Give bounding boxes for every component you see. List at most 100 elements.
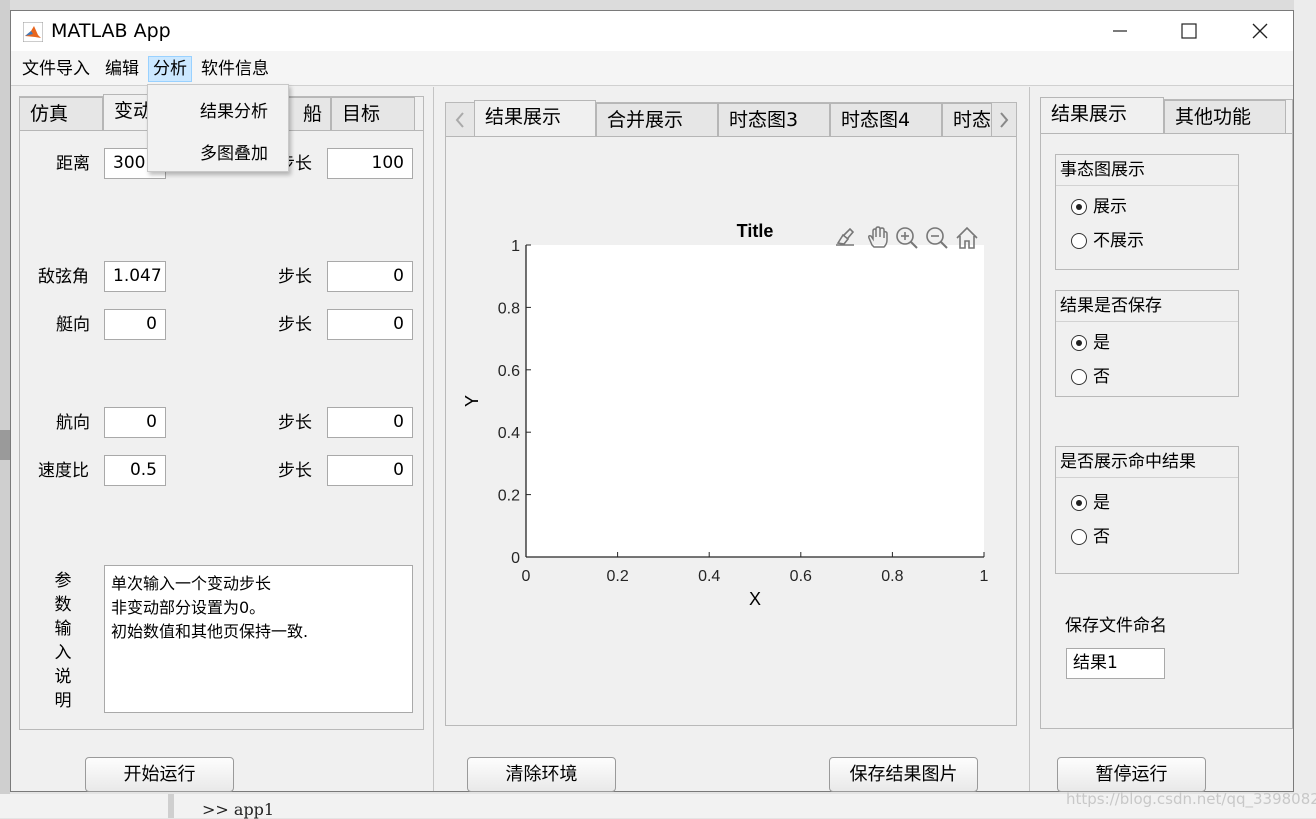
radio-button[interactable] — [1071, 529, 1087, 545]
close-button[interactable] — [1237, 15, 1283, 47]
course-step-field[interactable]: 0 — [327, 407, 413, 438]
close-icon — [1252, 23, 1268, 39]
param-text-line: 非变动部分设置为0。 — [111, 598, 266, 617]
window-title: MATLAB App — [51, 20, 171, 42]
angle-step-field[interactable]: 0 — [327, 261, 413, 292]
radio-label: 是 — [1093, 493, 1110, 513]
brush-icon[interactable] — [836, 227, 855, 246]
radio-label: 是 — [1093, 333, 1110, 353]
menu-software-info[interactable]: 软件信息 — [197, 57, 273, 81]
radio-label: 否 — [1093, 527, 1110, 547]
background-divider — [168, 794, 174, 818]
speed-step-field[interactable]: 0 — [327, 455, 413, 486]
axes-background — [526, 245, 984, 557]
radio-save-no[interactable]: 否 — [1071, 367, 1110, 387]
x-tick-label: 0 — [522, 568, 531, 585]
pause-button[interactable]: 暂停运行 — [1057, 757, 1206, 792]
clear-environment-button[interactable]: 清除环境 — [467, 757, 616, 792]
radio-label: 展示 — [1093, 197, 1127, 217]
x-tick-label: 0.4 — [698, 568, 720, 585]
distance-step-field[interactable]: 100 — [327, 148, 413, 179]
angle-step-label: 步长 — [278, 267, 312, 287]
maximize-button[interactable] — [1166, 15, 1212, 47]
speed-field[interactable]: 0.5 — [104, 455, 166, 486]
param-label-char: 入 — [54, 643, 72, 663]
start-button[interactable]: 开始运行 — [85, 757, 234, 792]
course-step-label: 步长 — [278, 413, 312, 433]
tab-simulation[interactable]: 仿真 — [19, 97, 103, 130]
y-tick-label: 0 — [511, 550, 520, 567]
menu-edit[interactable]: 编辑 — [101, 57, 143, 81]
angle-label: 敌弦角 — [38, 267, 89, 287]
y-tick-label: 0.2 — [498, 488, 520, 505]
right-column: 结果展示 其他功能 事态图展示 展示 不展示 结果是否保存 是 否 是否展示命中… — [1031, 87, 1293, 792]
group-title: 是否展示命中结果 — [1056, 447, 1238, 478]
radio-save-yes[interactable]: 是 — [1071, 333, 1110, 353]
radio-label: 否 — [1093, 367, 1110, 387]
save-plot-button[interactable]: 保存结果图片 — [829, 757, 978, 792]
left-column: 仿真 变动 船 目标 距离 300 步长 100 敌弦角 1.047 步长 0 … — [11, 87, 434, 792]
menu-file-import[interactable]: 文件导入 — [18, 57, 94, 81]
pan-icon[interactable] — [868, 226, 888, 248]
param-text-line: 初始数值和其他页保持一致. — [111, 622, 309, 641]
radio-hide[interactable]: 不展示 — [1071, 231, 1144, 251]
tab-timeline-3[interactable]: 时态图3 — [718, 103, 830, 136]
plot-area[interactable]: 0 0.2 0.4 0.6 0.8 1 0 0.2 0.4 0.6 0.8 1 Title X Y — [446, 137, 1016, 725]
minimize-button[interactable] — [1097, 15, 1143, 47]
y-tick-label: 1 — [511, 238, 520, 255]
maximize-icon — [1181, 23, 1197, 39]
heading-step-field[interactable]: 0 — [327, 309, 413, 340]
tab-right-result[interactable]: 结果展示 — [1040, 97, 1164, 133]
hit-result-group: 是否展示命中结果 是 否 — [1055, 446, 1239, 574]
radio-show[interactable]: 展示 — [1071, 197, 1127, 217]
radio-hit-yes[interactable]: 是 — [1071, 493, 1110, 513]
group-title: 事态图展示 — [1056, 155, 1238, 186]
speed-step-label: 步长 — [278, 461, 312, 481]
center-tab-group: 结果展示 合并展示 时态图3 时态图4 时态 0 0.2 0.4 0.6 0.8 1 0 0.… — [445, 100, 1017, 726]
tab-scroll-right[interactable] — [992, 103, 1016, 136]
background-window-toolbar — [0, 0, 1316, 10]
tab-scroll-left[interactable] — [446, 103, 475, 136]
radio-button[interactable] — [1071, 495, 1087, 511]
course-field[interactable]: 0 — [104, 407, 166, 438]
title-bar: MATLAB App — [11, 11, 1293, 51]
angle-field[interactable]: 1.047 — [104, 261, 166, 292]
save-result-group: 结果是否保存 是 否 — [1055, 290, 1239, 397]
tab-other-functions[interactable]: 其他功能 — [1164, 100, 1286, 133]
minimize-icon — [1113, 30, 1127, 32]
background-scroll-marker — [0, 430, 10, 460]
speed-label: 速度比 — [38, 461, 89, 481]
menu-item-multi-plot-overlay[interactable]: 多图叠加 — [200, 139, 268, 164]
situation-chart-group: 事态图展示 展示 不展示 — [1055, 154, 1239, 270]
tab-result-display[interactable]: 结果展示 — [474, 100, 596, 136]
heading-label: 艇向 — [56, 315, 90, 335]
param-description-label: 参 数 输 入 说 明 — [52, 569, 74, 713]
chevron-right-icon — [1000, 111, 1009, 128]
radio-button[interactable] — [1071, 335, 1087, 351]
save-filename-field[interactable]: 结果1 — [1066, 648, 1165, 679]
x-tick-label: 0.8 — [881, 568, 903, 585]
y-tick-label: 0.6 — [498, 363, 520, 380]
menu-bar: 文件导入 编辑 分析 软件信息 — [11, 51, 1293, 86]
menu-item-result-analysis[interactable]: 结果分析 — [200, 97, 268, 122]
param-description-textarea[interactable]: 单次输入一个变动步长 非变动部分设置为0。 初始数值和其他页保持一致. — [104, 565, 413, 713]
matlab-logo-icon — [23, 22, 43, 42]
tab-merged-display[interactable]: 合并展示 — [596, 103, 718, 136]
radio-button[interactable] — [1071, 233, 1087, 249]
tab-target[interactable]: 目标 — [331, 97, 415, 130]
radio-button[interactable] — [1071, 369, 1087, 385]
param-label-char: 输 — [54, 619, 72, 639]
radio-hit-no[interactable]: 否 — [1071, 527, 1110, 547]
analysis-dropdown-menu: 结果分析 多图叠加 — [147, 84, 289, 172]
tab-timeline-5[interactable]: 时态 — [942, 103, 992, 136]
menu-analysis[interactable]: 分析 — [148, 56, 192, 82]
chart-title: Title — [737, 221, 774, 241]
heading-field[interactable]: 0 — [104, 309, 166, 340]
left-tab-group: 仿真 变动 船 目标 距离 300 步长 100 敌弦角 1.047 步长 0 … — [19, 94, 424, 730]
x-tick-label: 0.2 — [606, 568, 628, 585]
radio-label: 不展示 — [1093, 231, 1144, 251]
background-window-edge — [0, 0, 10, 818]
background-window-edge-right — [1294, 0, 1316, 818]
tab-timeline-4[interactable]: 时态图4 — [830, 103, 942, 136]
radio-button[interactable] — [1071, 199, 1087, 215]
